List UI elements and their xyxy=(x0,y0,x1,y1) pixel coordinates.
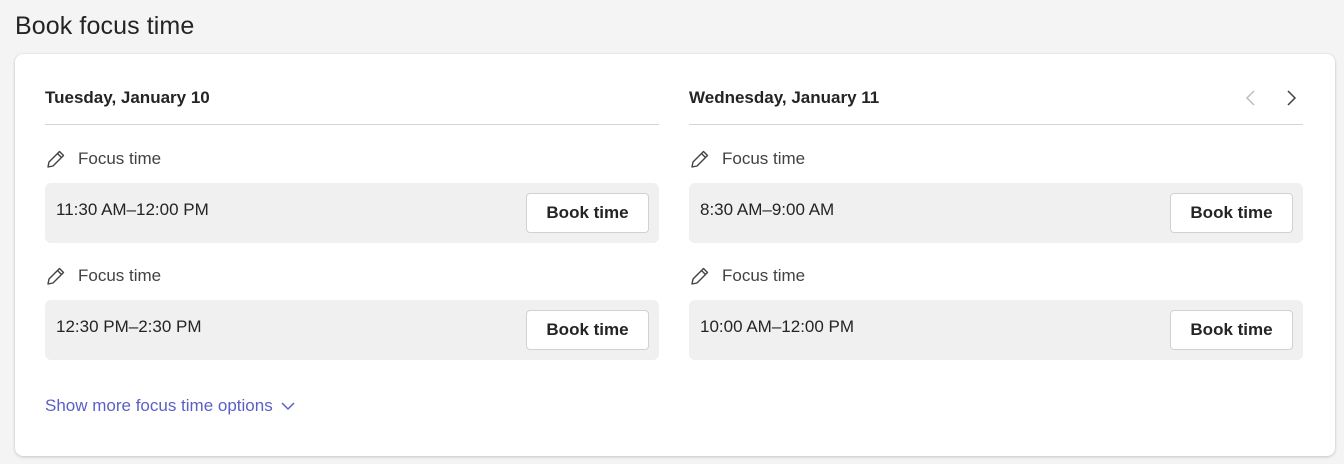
slot-time: 10:00 AM–12:00 PM xyxy=(700,317,855,336)
slot-item: Focus time 11:30 AM–12:00 PM Book time xyxy=(45,149,659,243)
slot-time: 12:30 PM–2:30 PM xyxy=(56,317,202,336)
slot-item: Focus time 12:30 PM–2:30 PM Book time xyxy=(45,266,659,360)
slot-label-text: Focus time xyxy=(722,149,806,168)
day-title: Wednesday, January 11 xyxy=(689,88,880,107)
slot-label-text: Focus time xyxy=(78,149,162,168)
slot-time: 8:30 AM–9:00 AM xyxy=(700,200,835,219)
show-more-label: Show more focus time options xyxy=(45,396,273,415)
chevron-down-icon xyxy=(280,400,296,412)
book-time-button[interactable]: Book time xyxy=(1170,310,1293,350)
slot-label-text: Focus time xyxy=(78,266,162,285)
pencil-icon xyxy=(689,148,711,170)
day-column-tuesday: Tuesday, January 10 Focus time 11:30 AM–… xyxy=(45,54,659,360)
day-header: Tuesday, January 10 xyxy=(45,54,659,125)
slot-box: 8:30 AM–9:00 AM Book time xyxy=(689,183,1303,243)
slot-box: 12:30 PM–2:30 PM Book time xyxy=(45,300,659,360)
page-title: Book focus time xyxy=(15,12,195,40)
day-title: Tuesday, January 10 xyxy=(45,88,210,107)
slot-box: 11:30 AM–12:00 PM Book time xyxy=(45,183,659,243)
slot-label: Focus time xyxy=(45,266,659,286)
day-column-wednesday: Wednesday, January 11 Focus time 8:30 AM… xyxy=(689,54,1303,360)
slot-label-text: Focus time xyxy=(722,266,806,285)
slot-item: Focus time 8:30 AM–9:00 AM Book time xyxy=(689,149,1303,243)
show-more-link[interactable]: Show more focus time options xyxy=(45,396,296,416)
book-time-button[interactable]: Book time xyxy=(526,310,649,350)
prev-day-button[interactable] xyxy=(1239,86,1263,110)
book-time-button[interactable]: Book time xyxy=(1170,193,1293,233)
pencil-icon xyxy=(45,148,67,170)
next-day-button[interactable] xyxy=(1279,86,1303,110)
slot-label: Focus time xyxy=(689,149,1303,169)
book-time-button[interactable]: Book time xyxy=(526,193,649,233)
slot-time: 11:30 AM–12:00 PM xyxy=(56,200,209,219)
focus-time-card: Tuesday, January 10 Focus time 11:30 AM–… xyxy=(15,54,1335,456)
day-header: Wednesday, January 11 xyxy=(689,54,1303,125)
pencil-icon xyxy=(45,265,67,287)
chevron-right-icon xyxy=(1287,90,1297,106)
chevron-left-icon xyxy=(1245,90,1255,106)
slot-label: Focus time xyxy=(45,149,659,169)
slot-box: 10:00 AM–12:00 PM Book time xyxy=(689,300,1303,360)
slot-item: Focus time 10:00 AM–12:00 PM Book time xyxy=(689,266,1303,360)
pencil-icon xyxy=(689,265,711,287)
slot-label: Focus time xyxy=(689,266,1303,286)
